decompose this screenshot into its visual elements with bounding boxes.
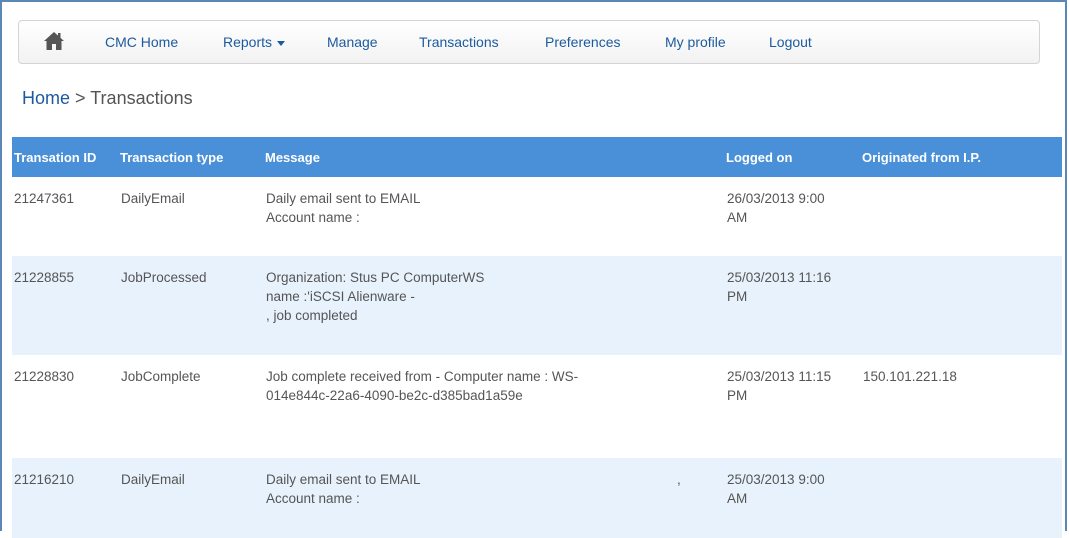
column-header-message: Message (265, 137, 726, 177)
column-header-logged-on: Logged on (726, 137, 862, 177)
cell-originated-ip: 150.101.221.18 (863, 369, 957, 384)
nav-logout[interactable]: Logout (769, 34, 812, 50)
cell-transaction-id: 21216210 (12, 458, 120, 538)
breadcrumb-home-link[interactable]: Home (22, 88, 70, 108)
cell-transaction-type: DailyEmail (121, 191, 185, 206)
breadcrumb-separator: > (75, 88, 86, 108)
table-row: 21247361 DailyEmail Daily email sent to … (12, 177, 1062, 256)
logged-on-line: 25/03/2013 11:16 (727, 270, 832, 285)
cell-logged-on: 25/03/2013 9:00 AM (726, 458, 862, 538)
logged-on-line: PM (727, 289, 748, 304)
table-row: 21228855 JobProcessed Organization: Stus… (12, 256, 1062, 355)
logged-on-line: 26/03/2013 9:00 (727, 191, 825, 206)
cell-originated-ip (862, 177, 1062, 256)
column-header-transaction-id: Transation ID (12, 137, 120, 177)
logged-on-line: AM (727, 210, 748, 225)
message-line: , job completed (266, 308, 358, 323)
cell-transaction-id: 21247361 (14, 191, 75, 206)
table-row: 21228830 JobComplete Job complete receiv… (12, 355, 1062, 458)
message-line: Account name : (266, 210, 360, 225)
logged-on-line: PM (727, 388, 748, 403)
navbar: CMC Home Reports Manage Transactions Pre… (18, 20, 1040, 64)
cell-message: Job complete received from - Computer na… (265, 355, 726, 458)
cell-transaction-type: DailyEmail (120, 458, 265, 538)
message-line: name :'iSCSI Alienware - (266, 289, 415, 304)
logged-on-line: AM (727, 491, 748, 506)
breadcrumb-current: Transactions (90, 88, 193, 108)
cell-message: Daily email sent to EMAIL Account name : (265, 177, 726, 256)
cell-originated-ip (862, 256, 1062, 355)
cell-transaction-id: 21228855 (12, 256, 120, 355)
cell-logged-on: 25/03/2013 11:16 PM (726, 256, 862, 355)
home-icon[interactable] (43, 31, 65, 51)
table-header-row: Transation ID Transaction type Message L… (12, 137, 1062, 177)
nav-reports[interactable]: Reports (223, 34, 286, 50)
table-row: 21216210 DailyEmail Daily email sent to … (12, 458, 1062, 538)
cell-transaction-id: 21228830 (14, 369, 75, 384)
cell-logged-on: 25/03/2013 11:15 PM (726, 355, 862, 458)
cell-message: Organization: Stus PC ComputerWS name :'… (265, 256, 726, 355)
logged-on-line: 25/03/2013 9:00 (727, 472, 825, 487)
transactions-table: Transation ID Transaction type Message L… (12, 137, 1062, 538)
message-line: Organization: Stus PC ComputerWS (266, 270, 485, 285)
nav-transactions[interactable]: Transactions (419, 34, 499, 50)
message-line: Daily email sent to EMAIL (266, 472, 421, 487)
logged-on-line: 25/03/2013 11:15 (727, 369, 832, 384)
cell-originated-ip (862, 458, 1062, 538)
nav-preferences[interactable]: Preferences (545, 34, 620, 50)
cell-message: Daily email sent to EMAIL Account name :… (265, 458, 726, 538)
nav-my-profile[interactable]: My profile (665, 34, 726, 50)
column-header-transaction-type: Transaction type (120, 137, 265, 177)
nav-cmc-home[interactable]: CMC Home (105, 34, 178, 50)
caret-down-icon (277, 40, 286, 46)
cell-transaction-type: JobComplete (121, 369, 201, 384)
cell-logged-on: 26/03/2013 9:00 AM (726, 177, 862, 256)
cell-transaction-type: JobProcessed (120, 256, 265, 355)
message-line: Daily email sent to EMAIL (266, 191, 421, 206)
message-line: 014e844c-22a6-4090-be2c-d385bad1a59e (266, 388, 523, 403)
column-header-originated-ip: Originated from I.P. (862, 137, 1062, 177)
message-extra: , (677, 472, 681, 487)
breadcrumb: Home > Transactions (22, 88, 193, 109)
nav-reports-label: Reports (223, 34, 273, 50)
nav-manage[interactable]: Manage (327, 34, 378, 50)
message-line: Account name : (266, 491, 360, 506)
message-line: Job complete received from - Computer na… (266, 369, 579, 384)
